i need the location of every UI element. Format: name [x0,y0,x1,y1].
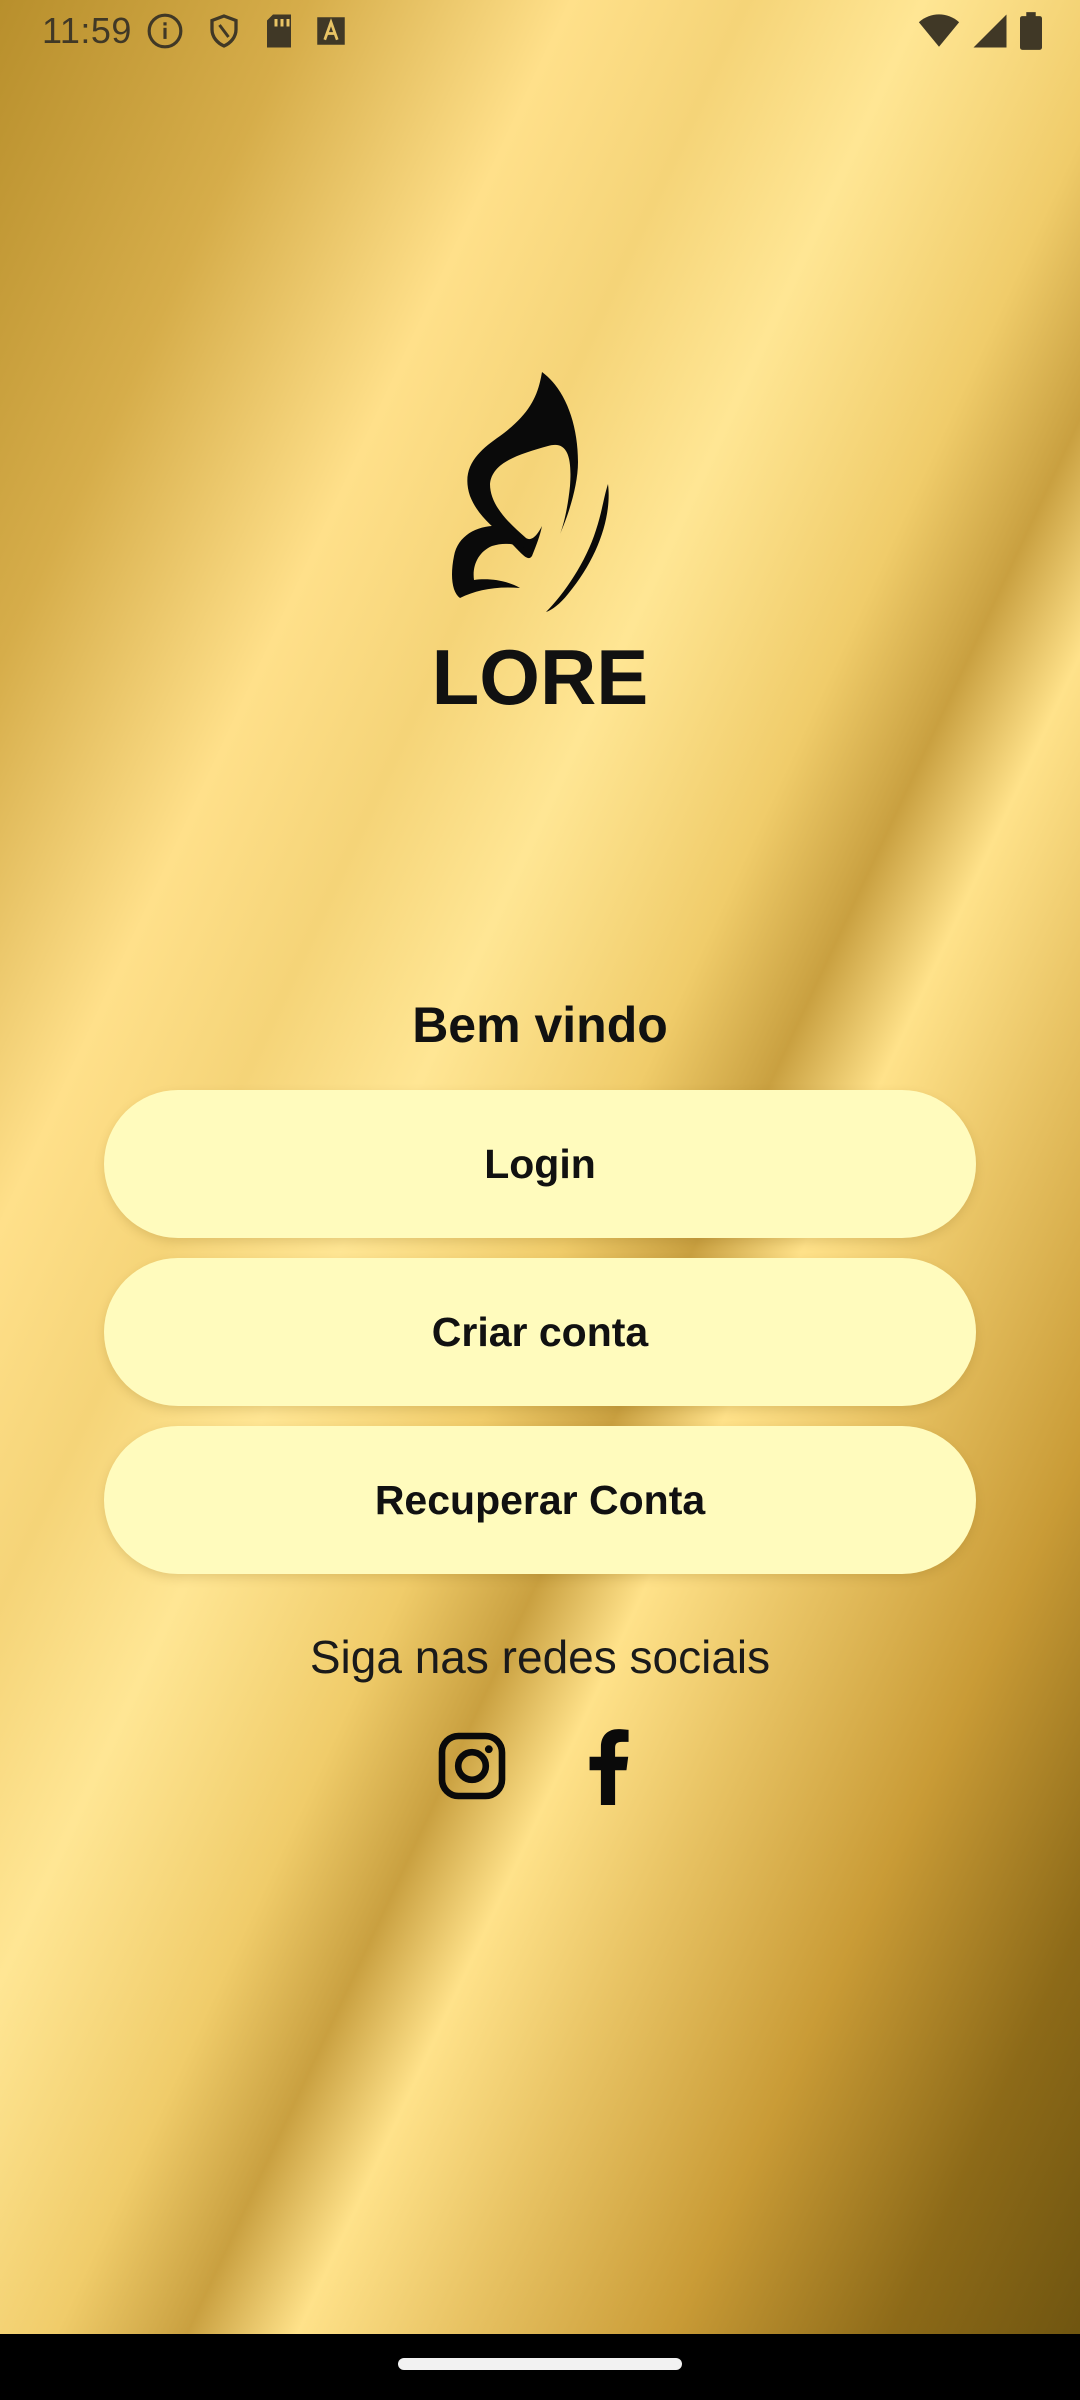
a-box-icon [316,16,346,46]
signal-icon [972,13,1008,49]
social-links [0,1728,1080,1805]
butterfly-logo-icon [440,366,640,616]
social-label: Siga nas redes sociais [309,1631,771,1683]
status-icons-right [918,12,1042,50]
welcome-title: Bem vindo [412,997,668,1053]
home-gesture-handle[interactable] [398,2358,682,2370]
instagram-icon[interactable] [434,1728,510,1804]
recover-account-button[interactable]: Recuperar Conta [104,1426,976,1574]
login-button[interactable]: Login [104,1090,976,1238]
status-time: 11:59 [42,10,132,51]
wifi-icon [918,13,960,49]
create-account-button[interactable]: Criar conta [104,1258,976,1406]
status-icons-left [146,12,346,50]
battery-icon [1020,12,1042,50]
navigation-bar [0,2334,1080,2400]
shield-icon [206,12,242,50]
brand-name: LORE [431,633,649,721]
info-icon [146,12,184,50]
status-bar: 11:59 [0,0,1080,62]
welcome-screen: 11:59 LORE Bem vindo Login Criar conta R… [0,0,1080,2400]
facebook-icon[interactable] [570,1728,646,1805]
sd-card-icon [264,13,294,49]
